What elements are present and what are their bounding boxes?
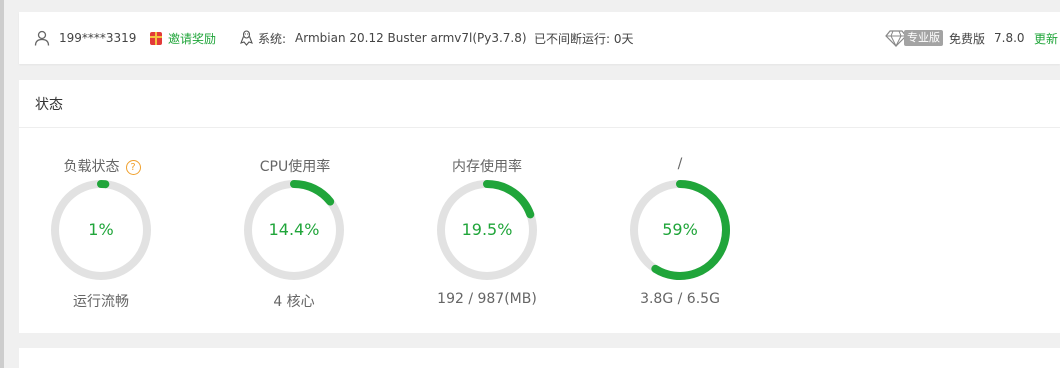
gauge-load-label: 负载状态? [32, 156, 172, 176]
system-info: 系统: Armbian 20.12 Buster armv7l(Py3.7.8) [239, 30, 527, 46]
invite-label: 邀请奖励 [168, 31, 217, 46]
gauge-disk-value: 59% [662, 220, 698, 239]
user-phone: 199****3319 [59, 31, 137, 45]
update-link[interactable]: 更新 [1034, 30, 1058, 46]
version-label: 7.8.0 [994, 31, 1025, 45]
system-label: 系统: [258, 31, 287, 46]
panel-divider [19, 127, 1060, 128]
status-panel: 状态 负载状态? 1% 运行流畅 CPU使用率 14.4% 4 核心 内存使用率… [19, 80, 1060, 333]
gauge-disk-label: / [677, 156, 683, 172]
info-bar: 199****3319 邀请奖励 系统: Armbian 20.12 Buste… [19, 12, 1060, 64]
help-icon[interactable]: ? [125, 160, 141, 175]
gauge-load-title: 负载状态 [63, 159, 120, 175]
uptime: 已不间断运行: 0天 [534, 31, 634, 46]
next-panel [19, 348, 1060, 368]
gauge-cpu-sub: 4 核心 [273, 294, 315, 310]
status-title: 状态 [35, 97, 63, 113]
pro-badge: 专业版 [904, 30, 943, 46]
gift-icon [150, 31, 162, 45]
invite-link[interactable]: 邀请奖励 [150, 30, 216, 46]
user-info[interactable]: 199****3319 [34, 30, 136, 46]
left-rail [0, 0, 4, 368]
edition-label: 免费版 [949, 31, 986, 46]
gauge-cpu-label: CPU使用率 [259, 159, 331, 175]
gauge-load-value: 1% [88, 220, 114, 239]
gauge-mem-label: 内存使用率 [452, 159, 522, 175]
gauge-load-sub: 运行流畅 [73, 294, 129, 310]
gauge-disk-sub: 3.8G / 6.5G [640, 291, 720, 307]
gauge-progress-arc [290, 180, 335, 206]
pro-upgrade[interactable]: 专业版 [885, 30, 943, 47]
gauge-mem-value: 19.5% [461, 220, 513, 239]
user-icon [34, 30, 50, 46]
system-value: Armbian 20.12 Buster armv7l(Py3.7.8) [295, 31, 527, 45]
linux-icon [240, 30, 253, 46]
gauge-cpu-value: 14.4% [268, 220, 320, 239]
gauge-progress-arc [483, 180, 535, 219]
gauge-mem-sub: 192 / 987(MB) [437, 291, 537, 307]
